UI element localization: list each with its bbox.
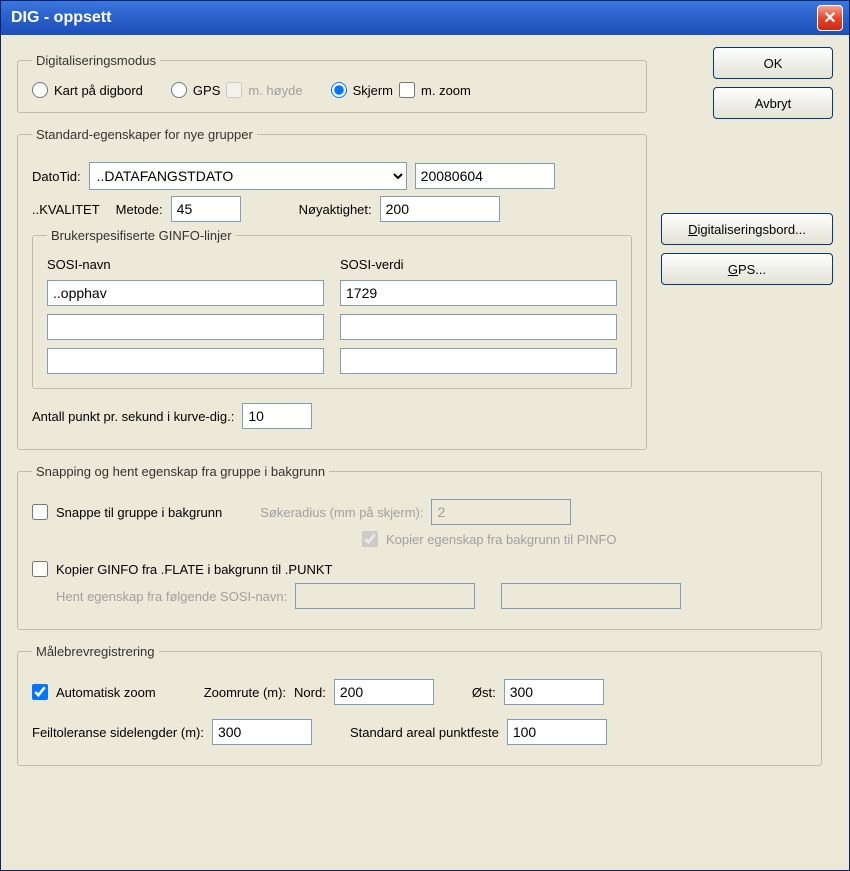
snapping-group: Snapping og hent egenskap fra gruppe i b… [17, 464, 822, 630]
digitizing-mode-group: Digitaliseringsmodus Kart på digbord GPS… [17, 53, 647, 113]
skjerm-label: Skjerm [353, 83, 393, 98]
mhoyde-checkbox [226, 82, 242, 98]
metode-label: Metode: [116, 202, 163, 217]
zoomrute-label: Zoomrute (m): [204, 685, 286, 700]
noyaktighet-input[interactable] [380, 196, 500, 222]
digitizing-mode-legend: Digitaliseringsmodus [32, 53, 160, 68]
dialog-content: OK Avbryt Digitaliseringsmodus Kart på d… [1, 35, 849, 792]
datotid-select[interactable]: ..DATAFANGSTDATO [89, 162, 407, 190]
std-areal-input[interactable] [507, 719, 607, 745]
ost-input[interactable] [504, 679, 604, 705]
sosi-verdi-header: SOSI-verdi [340, 257, 617, 272]
gps-label: GPS [193, 83, 220, 98]
hent-egenskap-label: Hent egenskap fra følgende SOSI-navn: [56, 589, 287, 604]
hent-egenskap-input-1 [295, 583, 475, 609]
sosi-verdi-1[interactable] [340, 280, 617, 306]
snappe-label: Snappe til gruppe i bakgrunn [56, 505, 222, 520]
standard-properties-group: Standard-egenskaper for nye grupper Dato… [17, 127, 647, 450]
sosi-navn-2[interactable] [47, 314, 324, 340]
sokeradius-input [431, 499, 571, 525]
sosi-verdi-2[interactable] [340, 314, 617, 340]
ginfo-legend: Brukerspesifiserte GINFO-linjer [47, 228, 236, 243]
close-button[interactable]: ✕ [817, 5, 843, 31]
kopier-egenskap-checkbox [362, 531, 378, 547]
dato-input[interactable] [415, 163, 555, 189]
gps-button[interactable]: GPS... [661, 253, 833, 285]
kart-radio[interactable] [32, 82, 48, 98]
sosi-navn-header: SOSI-navn [47, 257, 324, 272]
titlebar: DIG - oppsett ✕ [1, 1, 849, 35]
ost-label: Øst: [472, 685, 496, 700]
ginfo-group: Brukerspesifiserte GINFO-linjer SOSI-nav… [32, 228, 632, 389]
malebrev-group: Målebrevregistrering Automatisk zoom Zoo… [17, 644, 822, 766]
std-areal-label: Standard areal punktfeste [350, 725, 499, 740]
malebrev-legend: Målebrevregistrering [32, 644, 159, 659]
ok-button[interactable]: OK [713, 47, 833, 79]
window-title: DIG - oppsett [11, 9, 817, 27]
antall-punkt-label: Antall punkt pr. sekund i kurve-dig.: [32, 409, 234, 424]
skjerm-radio[interactable] [331, 82, 347, 98]
cancel-button[interactable]: Avbryt [713, 87, 833, 119]
standard-properties-legend: Standard-egenskaper for nye grupper [32, 127, 257, 142]
sokeradius-label: Søkeradius (mm på skjerm): [260, 505, 423, 520]
gps-radio[interactable] [171, 82, 187, 98]
hent-egenskap-input-2 [501, 583, 681, 609]
sosi-verdi-3[interactable] [340, 348, 617, 374]
mzoom-checkbox[interactable] [399, 82, 415, 98]
feiltoleranse-input[interactable] [212, 719, 312, 745]
datotid-label: DatoTid: [32, 169, 81, 184]
feiltoleranse-label: Feiltoleranse sidelengder (m): [32, 725, 204, 740]
kvalitet-label: ..KVALITET [32, 202, 100, 217]
snapping-legend: Snapping og hent egenskap fra gruppe i b… [32, 464, 329, 479]
metode-input[interactable] [171, 196, 241, 222]
kopier-ginfo-checkbox[interactable] [32, 561, 48, 577]
mzoom-label: m. zoom [421, 83, 471, 98]
sosi-navn-1[interactable] [47, 280, 324, 306]
noyaktighet-label: Nøyaktighet: [299, 202, 372, 217]
kopier-ginfo-label: Kopier GINFO fra .FLATE i bakgrunn til .… [56, 562, 332, 577]
antall-punkt-input[interactable] [242, 403, 312, 429]
close-icon: ✕ [823, 8, 836, 28]
kopier-egenskap-label: Kopier egenskap fra bakgrunn til PINFO [386, 532, 617, 547]
kart-label: Kart på digbord [54, 83, 143, 98]
digitizing-board-button[interactable]: Digitaliseringsbord... [661, 213, 833, 245]
sosi-navn-3[interactable] [47, 348, 324, 374]
mhoyde-label: m. høyde [248, 83, 302, 98]
snappe-checkbox[interactable] [32, 504, 48, 520]
auto-zoom-checkbox[interactable] [32, 684, 48, 700]
dialog-window: DIG - oppsett ✕ OK Avbryt Digitalisering… [0, 0, 850, 871]
auto-zoom-label: Automatisk zoom [56, 685, 156, 700]
nord-input[interactable] [334, 679, 434, 705]
nord-label: Nord: [294, 685, 326, 700]
